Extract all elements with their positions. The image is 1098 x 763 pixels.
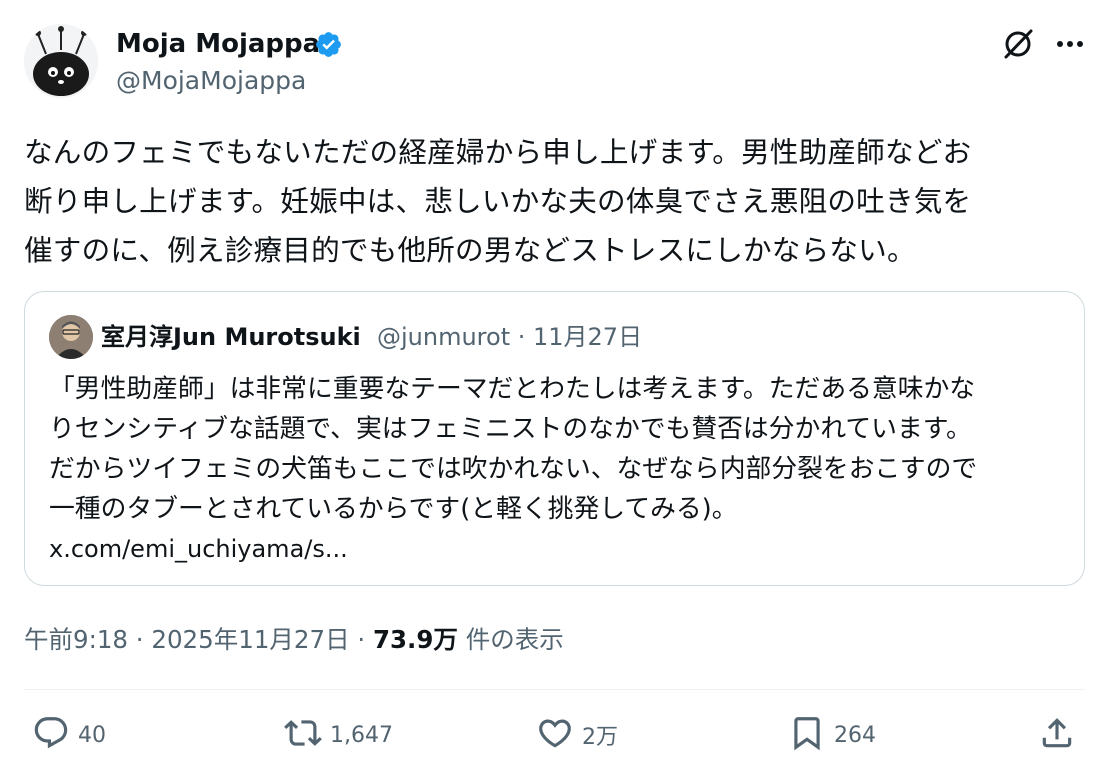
bookmark-count: 264 bbox=[834, 722, 876, 748]
quoted-text-line: りセンシティブな話題で、実はフェミニストのなかでも賛否は分かれています。 bbox=[49, 414, 972, 444]
quoted-author-name[interactable]: 室月淳Jun Murotsuki bbox=[101, 320, 361, 354]
share-icon bbox=[1038, 714, 1076, 756]
author-handle[interactable]: @MojaMojappa bbox=[116, 64, 306, 98]
quoted-text-line: だからツイフェミの犬笛もここでは吹かれない、なぜなら内部分裂をおこすので bbox=[49, 454, 978, 484]
more-options-icon[interactable] bbox=[1052, 26, 1088, 62]
repost-count: 1,647 bbox=[330, 722, 393, 748]
quoted-tweet-card[interactable]: 室月淳Jun Murotsuki @junmurot · 11月27日 「男性助… bbox=[24, 291, 1085, 586]
repost-icon bbox=[284, 714, 322, 756]
share-button[interactable] bbox=[1038, 710, 1076, 760]
quoted-tweet-text: 「男性助産師」は非常に重要なテーマだとわたしは考えます。ただある意味かな りセン… bbox=[49, 369, 1069, 529]
quoted-author-avatar[interactable] bbox=[49, 315, 93, 359]
quoted-author-meta: @junmurot · 11月27日 bbox=[377, 323, 643, 351]
reply-icon bbox=[32, 714, 70, 756]
tweet-text: なんのフェミでもないただの経産婦から申し上げます。男性助産師などお 断り申し上げ… bbox=[24, 128, 1084, 275]
like-icon bbox=[536, 714, 574, 756]
like-button[interactable]: 2万 bbox=[536, 710, 618, 760]
tweet-text-line: 催すのに、例え診療目的でも他所の男などストレスにしかならない。 bbox=[24, 233, 916, 267]
tweet-timestamp[interactable]: 午前9:18 · 2025年11月27日 · bbox=[24, 625, 373, 654]
author-display-name[interactable]: Moja Mojappa bbox=[116, 26, 320, 62]
reply-button[interactable]: 40 bbox=[32, 710, 106, 760]
tweet-text-line: なんのフェミでもないただの経産婦から申し上げます。男性助産師などお bbox=[24, 135, 972, 169]
quoted-text-line: 「男性助産師」は非常に重要なテーマだとわたしは考えます。ただある意味かな bbox=[49, 374, 976, 404]
view-count-label: 件の表示 bbox=[457, 625, 564, 654]
bookmark-button[interactable]: 264 bbox=[788, 710, 876, 760]
author-avatar[interactable] bbox=[24, 24, 98, 98]
view-count: 73.9万 bbox=[372, 625, 458, 654]
quoted-text-line: 一種のタブーとされているからです(と軽く挑発してみる)。 bbox=[49, 494, 738, 524]
quoted-link[interactable]: x.com/emi_uchiyama/s... bbox=[49, 532, 348, 566]
bookmark-icon bbox=[788, 714, 826, 756]
grok-icon[interactable] bbox=[1000, 26, 1036, 62]
tweet-meta: 午前9:18 · 2025年11月27日 · 73.9万 件の表示 bbox=[24, 623, 564, 657]
like-count: 2万 bbox=[582, 725, 618, 750]
reply-count: 40 bbox=[78, 722, 106, 748]
tweet-text-line: 断り申し上げます。妊娠中は、悲しいかな夫の体臭でさえ悪阻の吐き気を bbox=[24, 184, 972, 218]
repost-button[interactable]: 1,647 bbox=[284, 710, 393, 760]
verified-badge-icon bbox=[314, 30, 343, 59]
divider bbox=[24, 689, 1085, 690]
